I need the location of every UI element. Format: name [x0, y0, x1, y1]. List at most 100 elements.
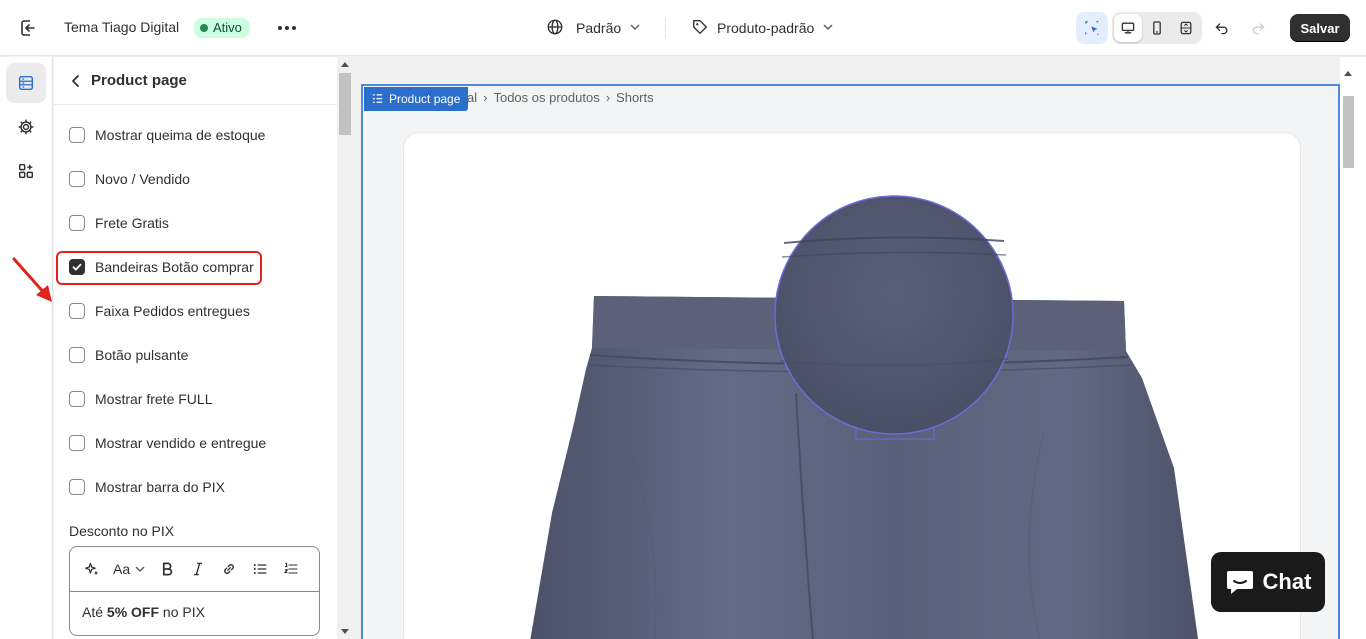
checkbox-label: Botão pulsante [95, 347, 189, 363]
more-actions-button[interactable] [274, 16, 300, 40]
text-format-dropdown[interactable]: Aa [113, 558, 146, 580]
chat-bubble-icon [1226, 571, 1253, 594]
checkbox-row[interactable]: Mostrar vendido e entregue [69, 433, 266, 453]
checkbox[interactable] [69, 391, 85, 407]
checkbox-row[interactable]: Mostrar queima de estoque [69, 125, 265, 145]
rte-toolbar: Aa [70, 547, 319, 592]
breadcrumb-item[interactable]: Todos os produtos [493, 90, 599, 105]
breadcrumb-item[interactable]: al [467, 90, 477, 105]
pix-discount-label: Desconto no PIX [69, 523, 175, 539]
checkbox-checked[interactable] [69, 259, 85, 275]
ai-sparkle-icon[interactable] [82, 558, 102, 580]
language-selector[interactable]: Padrão [546, 16, 641, 40]
chevron-down-icon [629, 20, 641, 36]
preview-scrollbar[interactable] [1340, 57, 1366, 639]
section-tag-label: Product page [389, 92, 461, 106]
panel-scrollbar[interactable] [337, 57, 353, 639]
checkbox[interactable] [69, 435, 85, 451]
checkbox-row[interactable]: Botão pulsante [69, 345, 188, 365]
template-label: Produto-padrão [717, 20, 815, 36]
back-chevron-icon[interactable] [66, 71, 86, 91]
text-format-label: Aa [113, 561, 131, 577]
chat-label: Chat [1262, 569, 1312, 594]
undo-icon[interactable] [1208, 14, 1236, 42]
link-icon[interactable] [219, 558, 239, 580]
checkbox[interactable] [69, 347, 85, 363]
rich-text-editor: Aa Até 5% OFF no PIX [69, 546, 320, 636]
checkbox-label: Novo / Vendido [95, 171, 190, 187]
inspector-toggle[interactable] [1076, 12, 1108, 44]
tag-icon [691, 18, 709, 39]
breadcrumb-separator-icon: › [605, 90, 611, 105]
checkbox-label: Frete Gratis [95, 215, 169, 231]
checkbox-label: Bandeiras Botão comprar [95, 259, 254, 275]
checkbox[interactable] [69, 303, 85, 319]
apps-icon[interactable] [6, 151, 46, 191]
panel-header: Product page [54, 57, 337, 105]
bold-icon[interactable] [157, 558, 177, 580]
checkbox-row[interactable]: Mostrar barra do PIX [69, 477, 225, 497]
breadcrumb-item: Shorts [616, 90, 654, 105]
select-cursor-icon[interactable] [1078, 14, 1106, 42]
chat-button[interactable]: Chat [1211, 552, 1325, 612]
breadcrumb-separator-icon: › [483, 90, 488, 105]
checkbox-row[interactable]: Mostrar frete FULL [69, 389, 212, 409]
panel-title: Product page [91, 72, 187, 89]
pix-text-suffix: no PIX [159, 604, 205, 620]
numbered-list-icon[interactable] [281, 558, 301, 580]
checkbox[interactable] [69, 215, 85, 231]
checkbox-label: Mostrar barra do PIX [95, 479, 225, 495]
mobile-icon[interactable] [1143, 14, 1171, 42]
redo-icon[interactable] [1244, 14, 1272, 42]
checkbox-label: Mostrar frete FULL [95, 391, 213, 407]
chevron-down-icon [135, 566, 145, 573]
left-nav-rail [0, 57, 53, 639]
desktop-icon[interactable] [1114, 14, 1142, 42]
checkbox-label: Mostrar vendido e entregue [95, 435, 267, 451]
breadcrumb: al › Todos os produtos › Shorts [467, 90, 654, 105]
section-grid-icon [372, 93, 383, 103]
checkbox-row[interactable]: Faixa Pedidos entregues [69, 301, 250, 321]
pix-text-bold: 5% OFF [106, 604, 160, 620]
scroll-up-arrow-icon[interactable] [341, 62, 349, 67]
checkbox[interactable] [69, 127, 85, 143]
checkmark-icon [72, 263, 82, 271]
scrollbar-thumb[interactable] [1343, 96, 1354, 168]
pix-discount-text[interactable]: Até 5% OFF no PIX [70, 592, 319, 632]
toolbar-divider [665, 18, 666, 38]
checkbox-row[interactable]: Novo / Vendido [69, 169, 190, 189]
sections-icon[interactable] [6, 63, 46, 103]
checkbox-row[interactable]: Frete Gratis [69, 213, 169, 233]
checkbox-label: Faixa Pedidos entregues [95, 303, 250, 319]
settings-panel: Product page Mostrar queima de estoque N… [54, 57, 337, 639]
top-bar: Tema Tiago Digital Ativo Padrão Produto-… [0, 0, 1366, 56]
exit-icon[interactable] [16, 16, 40, 40]
red-arrow-icon [12, 257, 52, 302]
status-badge: Ativo [194, 18, 250, 38]
scrollbar-thumb[interactable] [339, 73, 351, 135]
checkbox-label: Mostrar queima de estoque [95, 127, 266, 143]
settings-gear-icon[interactable] [6, 107, 46, 147]
template-selector[interactable]: Produto-padrão [691, 16, 834, 40]
theme-name: Tema Tiago Digital [64, 19, 180, 35]
status-badge-label: Ativo [213, 20, 242, 35]
checkbox-row[interactable]: Bandeiras Botão comprar [69, 257, 254, 277]
pix-text-prefix: Até [82, 604, 107, 620]
viewport-switcher [1112, 12, 1202, 44]
scroll-up-arrow-icon[interactable] [1344, 71, 1352, 76]
section-tag[interactable]: Product page [364, 87, 469, 111]
status-dot-icon [200, 24, 208, 32]
italic-icon[interactable] [188, 558, 208, 580]
bullet-list-icon[interactable] [250, 558, 270, 580]
globe-icon [546, 18, 564, 39]
save-button[interactable]: Salvar [1290, 14, 1350, 42]
scroll-down-arrow-icon[interactable] [341, 629, 349, 634]
chevron-down-icon [822, 20, 834, 36]
product-image-card [403, 132, 1301, 639]
store-preview[interactable]: al › Todos os produtos › Shorts Product … [361, 84, 1340, 639]
checkbox[interactable] [69, 479, 85, 495]
product-image[interactable] [404, 133, 1301, 639]
fullscreen-icon[interactable] [1172, 14, 1200, 42]
checkbox[interactable] [69, 171, 85, 187]
language-label: Padrão [576, 20, 622, 36]
